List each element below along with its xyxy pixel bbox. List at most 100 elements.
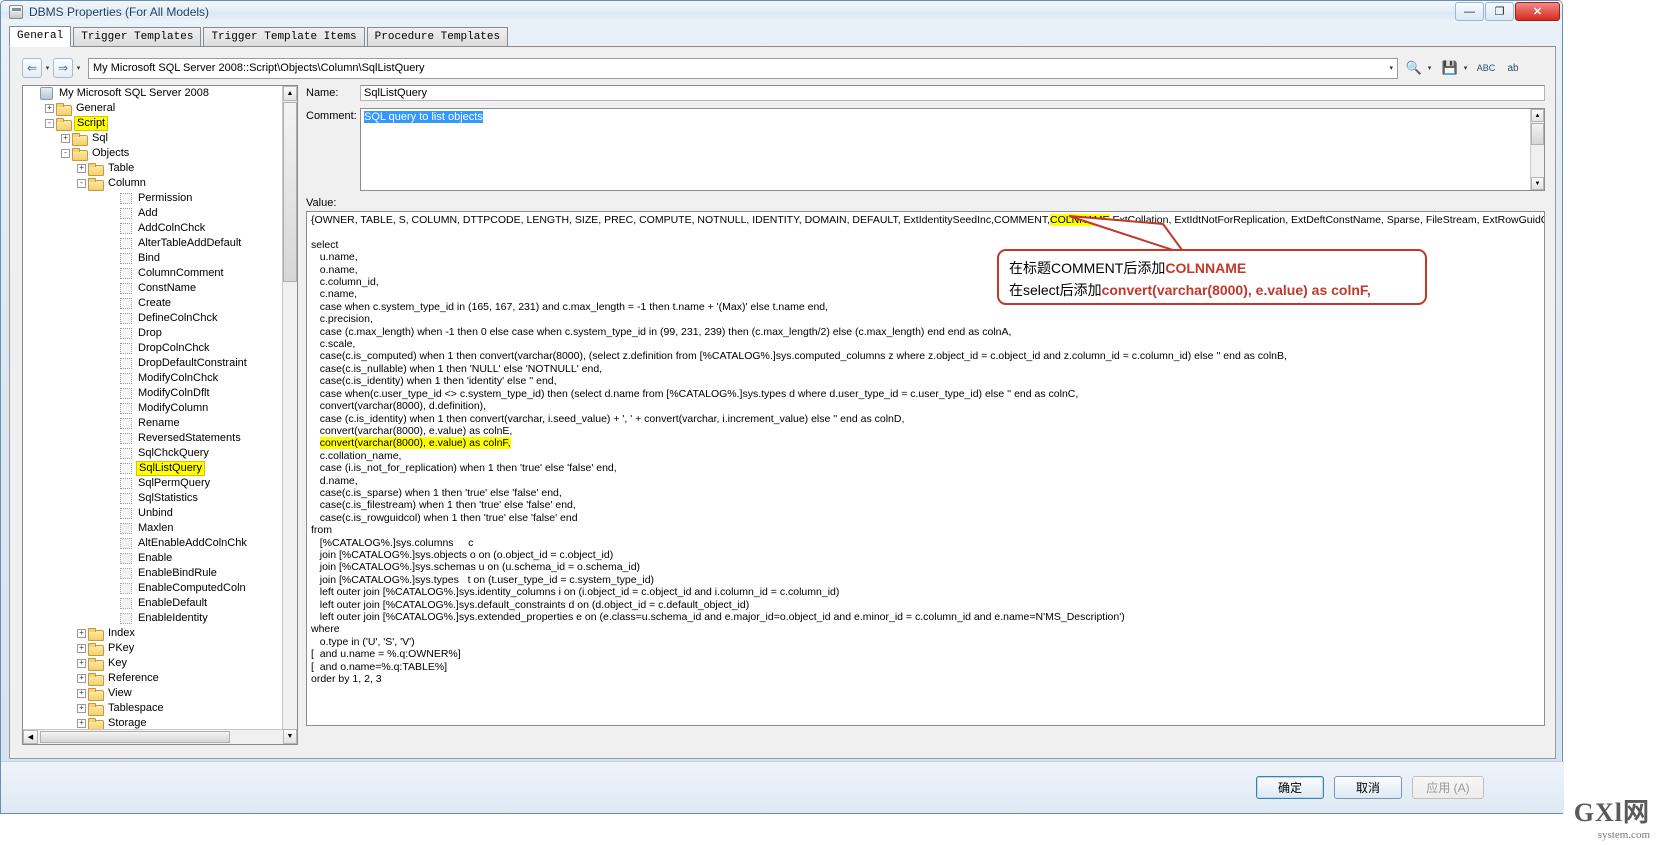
save-dropdown-icon[interactable]: ▾ — [1461, 58, 1470, 79]
tree-node-view[interactable]: + View — [23, 686, 283, 701]
tree-vertical-scrollbar[interactable]: ▲ ▼ — [282, 86, 297, 744]
expand-icon[interactable]: + — [77, 629, 86, 638]
tree-node-enablebindrule[interactable]: EnableBindRule — [23, 566, 283, 581]
tree-hscroll-thumb[interactable] — [40, 731, 230, 743]
expand-icon[interactable]: + — [77, 704, 86, 713]
tree-node-drop[interactable]: Drop — [23, 326, 283, 341]
minimize-button[interactable]: — — [1455, 2, 1484, 21]
expand-icon[interactable]: + — [77, 674, 86, 683]
spellcheck-icon[interactable]: ABC — [1475, 58, 1497, 79]
tree-node-index[interactable]: + Index — [23, 626, 283, 641]
tab-trigger-templates[interactable]: Trigger Templates — [73, 27, 202, 46]
tree-node-enable[interactable]: Enable — [23, 551, 283, 566]
expand-icon[interactable]: + — [45, 104, 54, 113]
tree-node-key[interactable]: + Key — [23, 656, 283, 671]
tree-node-general[interactable]: + General — [23, 101, 283, 116]
collapse-icon[interactable]: - — [45, 119, 54, 128]
address-path-input[interactable]: My Microsoft SQL Server 2008::Script\Obj… — [88, 57, 1398, 79]
folder-icon — [88, 687, 104, 701]
address-dropdown-icon[interactable]: ▾ — [1389, 64, 1393, 72]
tree-node-rename[interactable]: Rename — [23, 416, 283, 431]
tree-dotline — [109, 254, 118, 263]
tab-trigger-template-items[interactable]: Trigger Template Items — [203, 27, 365, 46]
tree-dotline — [109, 359, 118, 368]
tree-node-dropcolnchck[interactable]: DropColnChck — [23, 341, 283, 356]
tree-node-definecolnchck[interactable]: DefineColnChck — [23, 311, 283, 326]
tree-node-columncomment[interactable]: ColumnComment — [23, 266, 283, 281]
expand-icon[interactable]: + — [77, 659, 86, 668]
expand-icon[interactable]: + — [77, 719, 86, 728]
tree-node-enabledefault[interactable]: EnableDefault — [23, 596, 283, 611]
tree-scroll-up-button[interactable]: ▲ — [283, 86, 297, 101]
tree-node-altertableadddefault[interactable]: AlterTableAddDefault — [23, 236, 283, 251]
tree-node-bind[interactable]: Bind — [23, 251, 283, 266]
maximize-button[interactable]: ❐ — [1485, 2, 1514, 21]
tree-node-altenableaddcolnchk[interactable]: AltEnableAddColnChk — [23, 536, 283, 551]
forward-button[interactable]: ⇒ — [53, 58, 73, 78]
comment-scroll-up-button[interactable]: ▲ — [1531, 109, 1544, 122]
object-tree[interactable]: My Microsoft SQL Server 2008 + General - Scr… — [23, 86, 283, 729]
tree-node-modifycolndflt[interactable]: ModifyColnDflt — [23, 386, 283, 401]
expand-icon[interactable]: + — [61, 134, 70, 143]
expand-icon[interactable]: + — [77, 644, 86, 653]
tree-node-sqllistquery[interactable]: SqlListQuery — [23, 461, 283, 476]
tree-dotline — [109, 239, 118, 248]
expand-icon[interactable]: + — [77, 689, 86, 698]
tree-scroll-down-button[interactable]: ▼ — [283, 729, 297, 744]
tree-node-storage[interactable]: + Storage — [23, 716, 283, 729]
expand-icon[interactable]: + — [77, 164, 86, 173]
comment-scroll-thumb[interactable] — [1531, 123, 1544, 145]
comment-textarea[interactable]: SQL query to list objects ▲ ▼ — [360, 108, 1545, 191]
tree-node-pkey[interactable]: + PKey — [23, 641, 283, 656]
tree-scroll-left-button[interactable]: ◀ — [23, 730, 38, 744]
cancel-button[interactable]: 取消 — [1334, 776, 1402, 799]
tree-node-enableidentity[interactable]: EnableIdentity — [23, 611, 283, 626]
window-titlebar: DBMS Properties (For All Models) — ❐ ✕ — [1, 1, 1562, 23]
close-button[interactable]: ✕ — [1515, 2, 1560, 21]
search-dropdown-icon[interactable]: ▾ — [1425, 58, 1434, 79]
tree-node-tablespace[interactable]: + Tablespace — [23, 701, 283, 716]
tree-node-my-microsoft-sql-server-2008[interactable]: My Microsoft SQL Server 2008 — [23, 86, 283, 101]
tree-dotline — [109, 419, 118, 428]
tree-node-script[interactable]: - Script — [23, 116, 283, 131]
collapse-icon[interactable]: - — [61, 149, 70, 158]
tree-node-maxlen[interactable]: Maxlen — [23, 521, 283, 536]
tree-vscroll-thumb[interactable] — [283, 102, 297, 282]
tree-node-modifycolumn[interactable]: ModifyColumn — [23, 401, 283, 416]
tree-node-sql[interactable]: + Sql — [23, 131, 283, 146]
tree-node-column[interactable]: - Column — [23, 176, 283, 191]
value-code-editor[interactable]: {OWNER, TABLE, S, COLUMN, DTTPCODE, LENG… — [306, 211, 1545, 726]
tree-node-modifycolnchck[interactable]: ModifyColnChck — [23, 371, 283, 386]
forward-dropdown-icon[interactable]: ▾ — [73, 58, 84, 78]
tree-horizontal-scrollbar[interactable]: ◀ — [23, 729, 283, 744]
tree-node-dropdefaultconstraint[interactable]: DropDefaultConstraint — [23, 356, 283, 371]
tree-node-addcolnchck[interactable]: AddColnChck — [23, 221, 283, 236]
back-dropdown-icon[interactable]: ▾ — [42, 58, 53, 78]
tree-node-sqlpermquery[interactable]: SqlPermQuery — [23, 476, 283, 491]
back-button[interactable]: ⇐ — [22, 58, 42, 78]
tree-node-permission[interactable]: Permission — [23, 191, 283, 206]
translate-icon[interactable]: ab — [1502, 58, 1524, 79]
tree-node-constname[interactable]: ConstName — [23, 281, 283, 296]
tab-general[interactable]: General — [9, 26, 72, 47]
tree-node-reference[interactable]: + Reference — [23, 671, 283, 686]
comment-scroll-down-button[interactable]: ▼ — [1531, 177, 1544, 190]
tree-node-create[interactable]: Create — [23, 296, 283, 311]
tree-node-reversedstatements[interactable]: ReversedStatements — [23, 431, 283, 446]
tree-node-objects[interactable]: - Objects — [23, 146, 283, 161]
callout-line1-prefix: 在标题COMMENT后添加 — [1009, 260, 1166, 276]
tree-node-unbind[interactable]: Unbind — [23, 506, 283, 521]
save-icon[interactable]: 💾 — [1439, 58, 1461, 79]
tree-node-sqlchckquery[interactable]: SqlChckQuery — [23, 446, 283, 461]
tree-node-enablecomputedcoln[interactable]: EnableComputedColn — [23, 581, 283, 596]
comment-row: Comment: SQL query to list objects ▲ ▼ — [306, 108, 1545, 191]
search-icon[interactable]: 🔍 — [1403, 58, 1425, 79]
collapse-icon[interactable]: - — [77, 179, 86, 188]
tree-node-add[interactable]: Add — [23, 206, 283, 221]
tree-node-sqlstatistics[interactable]: SqlStatistics — [23, 491, 283, 506]
tab-procedure-templates[interactable]: Procedure Templates — [366, 27, 509, 46]
comment-scrollbar[interactable]: ▲ ▼ — [1530, 109, 1544, 190]
tree-node-table[interactable]: + Table — [23, 161, 283, 176]
name-input[interactable]: SqlListQuery — [360, 85, 1545, 101]
ok-button[interactable]: 确定 — [1256, 776, 1324, 799]
